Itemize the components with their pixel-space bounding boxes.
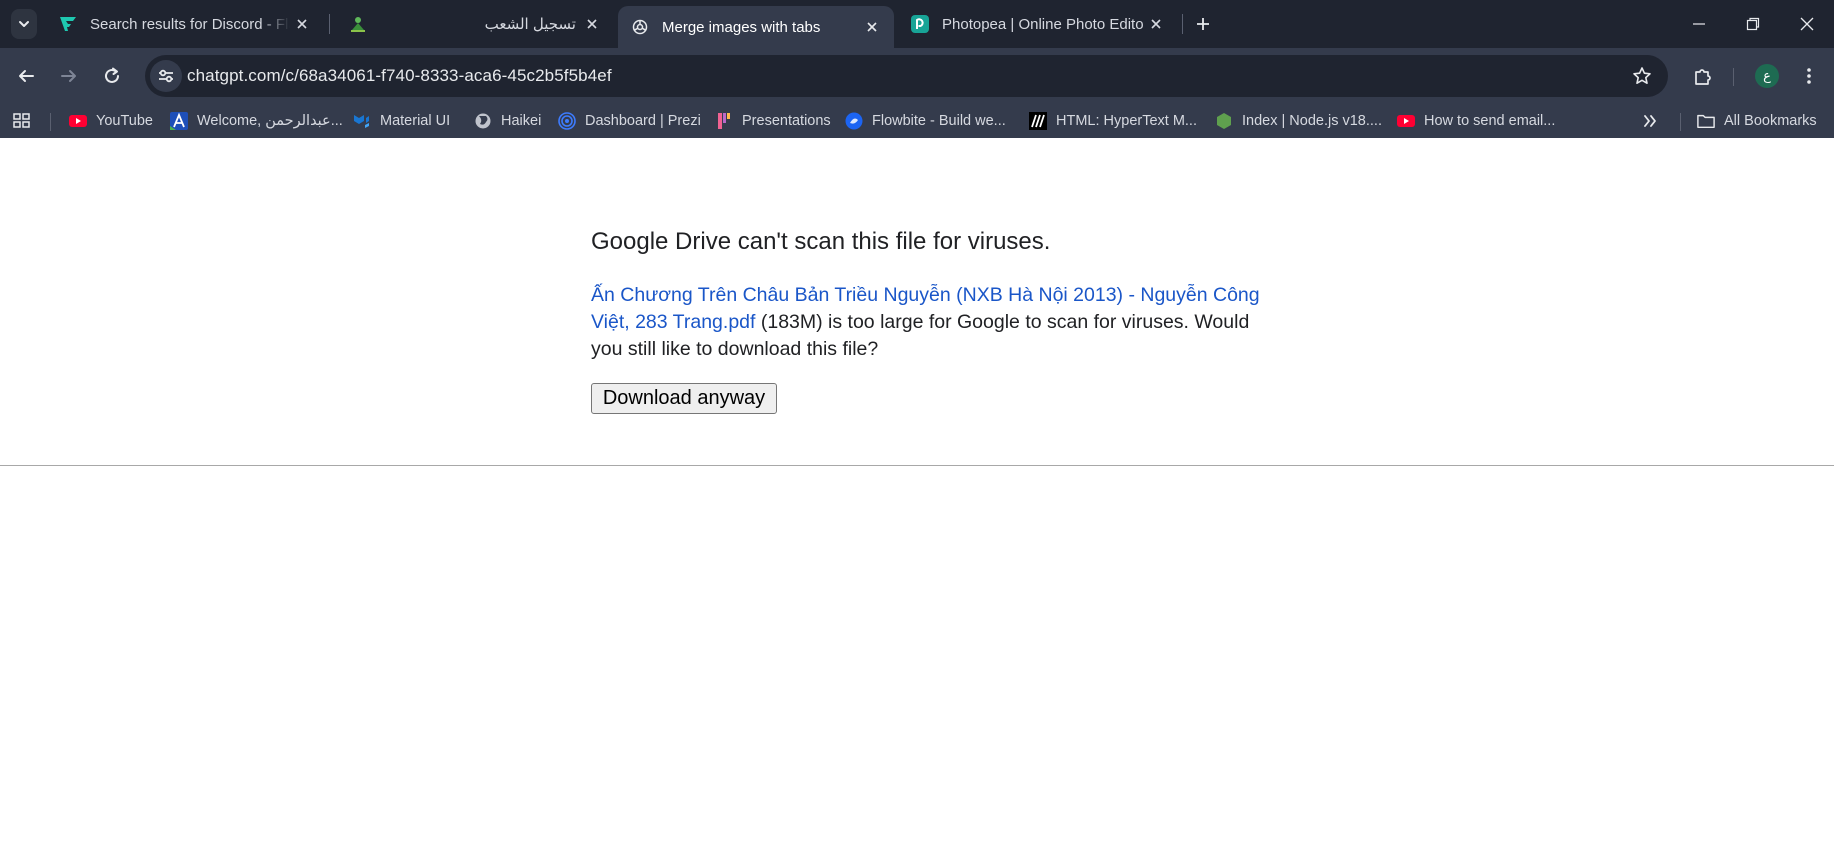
url-text[interactable]: chatgpt.com/c/68a34061-f740-8333-aca6-45…	[187, 66, 612, 86]
browser-toolbar: chatgpt.com/c/68a34061-f740-8333-aca6-45…	[0, 48, 1834, 104]
page-content: Google Drive can't scan this file for vi…	[0, 138, 1834, 853]
tab-separator	[1182, 14, 1183, 34]
close-window-button[interactable]	[1780, 0, 1834, 48]
openai-icon	[630, 17, 650, 37]
restore-icon	[1746, 17, 1760, 31]
bookmark-prezi[interactable]: Dashboard | Prezi	[558, 109, 701, 133]
extensions-button[interactable]	[1687, 60, 1719, 92]
bookmark-nodejs[interactable]: Index | Node.js v18....	[1215, 109, 1382, 133]
bookmark-star-button[interactable]	[1630, 64, 1654, 88]
site-info-button[interactable]	[150, 60, 182, 92]
star-icon	[1633, 67, 1651, 84]
reload-icon	[105, 67, 119, 83]
bookmark-welcome[interactable]: Welcome, عبدالرحمن...	[170, 109, 343, 133]
download-anyway-button[interactable]: Download anyway	[591, 383, 777, 414]
forward-button[interactable]	[53, 60, 85, 92]
bookmark-separator	[50, 113, 51, 131]
bookmark-youtube[interactable]: YouTube	[69, 109, 153, 133]
reload-button[interactable]	[96, 60, 128, 92]
mui-icon	[353, 112, 371, 130]
profile-avatar[interactable]: ع	[1755, 64, 1779, 88]
toolbar-separator	[1733, 68, 1734, 86]
tab-title: Search results for Discord - Flaticon	[90, 15, 290, 33]
tab-flaticon[interactable]: Search results for Discord - Flaticon	[46, 6, 324, 42]
bookmark-haikei[interactable]: Haikei	[474, 109, 541, 133]
chevron-double-right-icon	[1644, 115, 1656, 127]
tab-title: تسجيل الشعب	[484, 16, 576, 33]
photopea-icon	[910, 14, 930, 34]
flowbite-icon	[845, 112, 863, 130]
tab-separator	[329, 14, 330, 34]
address-bar[interactable]: chatgpt.com/c/68a34061-f740-8333-aca6-45…	[145, 55, 1668, 97]
arrow-right-icon	[61, 70, 76, 82]
close-icon[interactable]	[1144, 12, 1168, 36]
bookmarks-overflow-button[interactable]	[1642, 109, 1658, 133]
globe-icon	[474, 112, 492, 130]
tab-strip: Search results for Discord - Flaticon تس…	[0, 0, 1834, 48]
puzzle-icon	[1695, 69, 1711, 85]
bookmark-separator	[1680, 113, 1681, 131]
page-heading: Google Drive can't scan this file for vi…	[591, 228, 1051, 255]
tab-title: Merge images with tabs	[662, 18, 821, 36]
tab-photopea[interactable]: Photopea | Online Photo Editor	[898, 6, 1178, 42]
apps-button[interactable]	[12, 109, 32, 133]
scan-warning-message: Ấn Chương Trên Châu Bản Triều Nguyễn (NX…	[591, 282, 1271, 363]
school-icon	[348, 14, 368, 34]
mdn-icon	[1029, 112, 1047, 130]
minimize-icon	[1693, 23, 1705, 25]
folder-icon	[1697, 112, 1715, 130]
tab-merge-images[interactable]: Merge images with tabs	[618, 6, 894, 48]
close-icon	[1800, 17, 1814, 31]
menu-button[interactable]	[1793, 60, 1825, 92]
app-a-icon	[170, 112, 188, 130]
new-tab-button[interactable]	[1190, 11, 1216, 37]
tab-title: Photopea | Online Photo Editor	[942, 15, 1144, 33]
flaticon-icon	[58, 14, 78, 34]
bookmarks-bar: YouTube Welcome, عبدالرحمن... Material U…	[0, 104, 1834, 138]
pitch-icon	[715, 112, 733, 130]
close-icon[interactable]	[860, 15, 884, 39]
plus-icon	[1197, 18, 1209, 30]
chevron-down-icon	[19, 21, 29, 27]
close-icon[interactable]	[580, 12, 604, 36]
bookmark-material-ui[interactable]: Material UI	[353, 109, 450, 133]
youtube-icon	[69, 112, 87, 130]
tune-icon	[159, 69, 173, 83]
nodejs-icon	[1215, 112, 1233, 130]
back-button[interactable]	[10, 60, 42, 92]
youtube-icon	[1397, 112, 1415, 130]
bookmark-mdn[interactable]: HTML: HyperText M...	[1029, 109, 1197, 133]
arrow-left-icon	[19, 70, 34, 82]
tab-registration[interactable]: تسجيل الشعب	[336, 6, 614, 42]
minimize-button[interactable]	[1672, 0, 1726, 48]
tab-search-button[interactable]	[11, 9, 37, 39]
all-bookmarks-button[interactable]: All Bookmarks	[1697, 109, 1817, 133]
close-icon[interactable]	[290, 12, 314, 36]
divider	[0, 465, 1834, 466]
more-vert-icon	[1807, 68, 1811, 84]
bookmark-send-email[interactable]: How to send email...	[1397, 109, 1555, 133]
bookmark-flowbite[interactable]: Flowbite - Build we...	[845, 109, 1006, 133]
bookmark-presentations[interactable]: Presentations	[715, 109, 831, 133]
prezi-icon	[558, 112, 576, 130]
restore-button[interactable]	[1726, 0, 1780, 48]
apps-grid-icon	[13, 113, 30, 128]
